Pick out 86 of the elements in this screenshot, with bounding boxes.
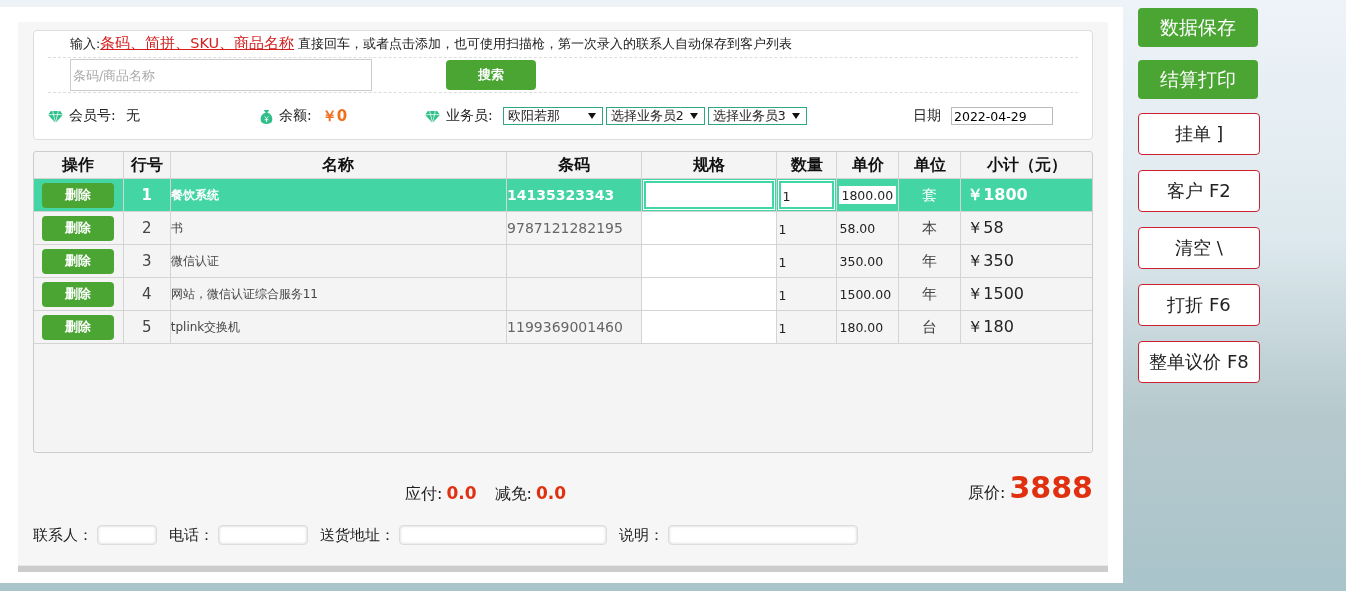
- column-header: 数量: [776, 152, 838, 178]
- instruction-text: 输入:条码、简拼、SKU、商品名称 直接回车，或者点击添加，也可使用扫描枪，第一次录入的联系人自动保存到客户列表: [70, 34, 793, 53]
- table-cell: 年: [899, 278, 962, 310]
- table-cell: 年: [899, 245, 962, 277]
- field-label: 联系人：: [33, 525, 93, 545]
- search-field[interactable]: 条码/商品名称: [70, 59, 372, 91]
- table-row[interactable]: 删除 2 书 9787121282195 1 58.00 本 ￥58: [34, 212, 1092, 245]
- column-header: 规格: [641, 152, 777, 178]
- original-price-value: 3888: [1009, 470, 1093, 505]
- reduction-label: 减免:: [494, 484, 532, 505]
- quantity-field[interactable]: 1: [776, 212, 837, 244]
- payable-label: 应付:: [405, 484, 443, 505]
- balance-value: ￥0: [321, 106, 348, 126]
- action-button[interactable]: 挂单 ]: [1138, 113, 1260, 155]
- field-label: 送货地址：: [320, 525, 395, 545]
- salesman-select[interactable]: 选择业务员3: [707, 107, 807, 125]
- price-field[interactable]: 1500.00: [837, 278, 899, 310]
- caret-icon: [587, 113, 596, 119]
- action-button[interactable]: 清空 \: [1138, 227, 1260, 269]
- date-label: 日期: [913, 107, 941, 125]
- member-label: 会员号:: [69, 107, 116, 125]
- quantity-field[interactable]: 1: [776, 278, 837, 310]
- table-cell: 3: [123, 245, 171, 277]
- table-cell-text: ￥58: [966, 216, 1005, 239]
- gem-icon: [48, 109, 63, 123]
- table-cell: 2: [123, 212, 171, 244]
- quantity-field[interactable]: 1: [778, 181, 835, 209]
- action-button[interactable]: 打折 F6: [1138, 284, 1260, 326]
- spec-field[interactable]: [643, 181, 774, 209]
- date-field[interactable]: 2022-04-29: [951, 107, 1053, 125]
- table-cell: 网站，微信认证综合服务11: [170, 278, 508, 310]
- quantity-field[interactable]: 1: [776, 311, 837, 343]
- salesman-select[interactable]: 选择业务员2: [605, 107, 705, 125]
- caret-icon: [689, 113, 698, 119]
- money-bag-icon: [260, 108, 273, 124]
- salesman-select[interactable]: 欧阳若那: [502, 107, 603, 125]
- column-header: 操作: [34, 152, 124, 178]
- column-header: 单位: [899, 152, 962, 178]
- input-field[interactable]: [399, 525, 607, 545]
- table-cell: tplink交换机: [170, 311, 508, 343]
- input-field[interactable]: [97, 525, 157, 545]
- table-cell: 9787121282195: [507, 220, 623, 236]
- field-label: 电话：: [169, 525, 214, 545]
- quantity-field[interactable]: 1: [776, 245, 837, 277]
- action-button[interactable]: 整单议价 F8: [1138, 341, 1260, 383]
- table-cell-text: ￥350: [966, 249, 1015, 272]
- table-cell: 微信认证: [170, 245, 508, 277]
- table-row[interactable]: 删除 4 网站，微信认证综合服务11 1 1500.00 年 ￥1500: [34, 278, 1092, 311]
- table-cell: 14135323343: [507, 187, 615, 203]
- column-header: 单价: [837, 152, 900, 178]
- price-field[interactable]: 1800.00: [839, 186, 897, 204]
- table-cell-text: ￥180: [966, 315, 1015, 338]
- input-field[interactable]: [668, 525, 858, 545]
- price-field[interactable]: 180.00: [837, 311, 899, 343]
- price-field[interactable]: 58.00: [837, 212, 899, 244]
- table-cell: 套: [899, 179, 962, 211]
- price-field[interactable]: 350.00: [837, 245, 899, 277]
- member-value: 无: [125, 107, 140, 125]
- table-cell: 1: [123, 179, 171, 211]
- column-header: 条码: [507, 152, 642, 178]
- payable-value: 0.0: [446, 483, 477, 503]
- table-cell: 1199369001460: [507, 319, 623, 335]
- table-cell: 本: [899, 212, 962, 244]
- original-price-label: 原价:: [968, 483, 1006, 504]
- table-row[interactable]: 删除 3 微信认证 1 350.00 年 ￥350: [34, 245, 1092, 278]
- table-cell: 4: [123, 278, 171, 310]
- column-header: 名称: [170, 152, 508, 178]
- table-cell: 5: [123, 311, 171, 343]
- keyword-link[interactable]: 条码、简拼、SKU、商品名称: [100, 35, 295, 51]
- table-cell: 餐饮系统: [170, 179, 508, 211]
- table-cell-text: ￥1500: [966, 282, 1025, 305]
- table-row[interactable]: 删除 5 tplink交换机 1199369001460 1 180.00 台 ￥180: [34, 311, 1092, 344]
- caret-icon: [791, 113, 800, 119]
- column-header: 小计（元）: [985, 154, 1068, 176]
- reduction-value: 0.0: [535, 483, 567, 503]
- table-cell: 书: [170, 212, 508, 244]
- field-label: 说明：: [619, 525, 664, 545]
- table-cell-text: ￥1800: [966, 183, 1029, 206]
- balance-label: 余额:: [279, 107, 312, 125]
- gem-icon: [425, 109, 440, 123]
- action-button[interactable]: 客户 F2: [1138, 170, 1260, 212]
- column-header: 行号: [123, 152, 171, 178]
- salesman-label: 业务员:: [446, 107, 493, 125]
- table-cell: 台: [899, 311, 962, 343]
- table-row[interactable]: 删除 1 餐饮系统 14135323343 1 1800.00 套 ￥1800: [34, 179, 1092, 212]
- input-field[interactable]: [218, 525, 308, 545]
